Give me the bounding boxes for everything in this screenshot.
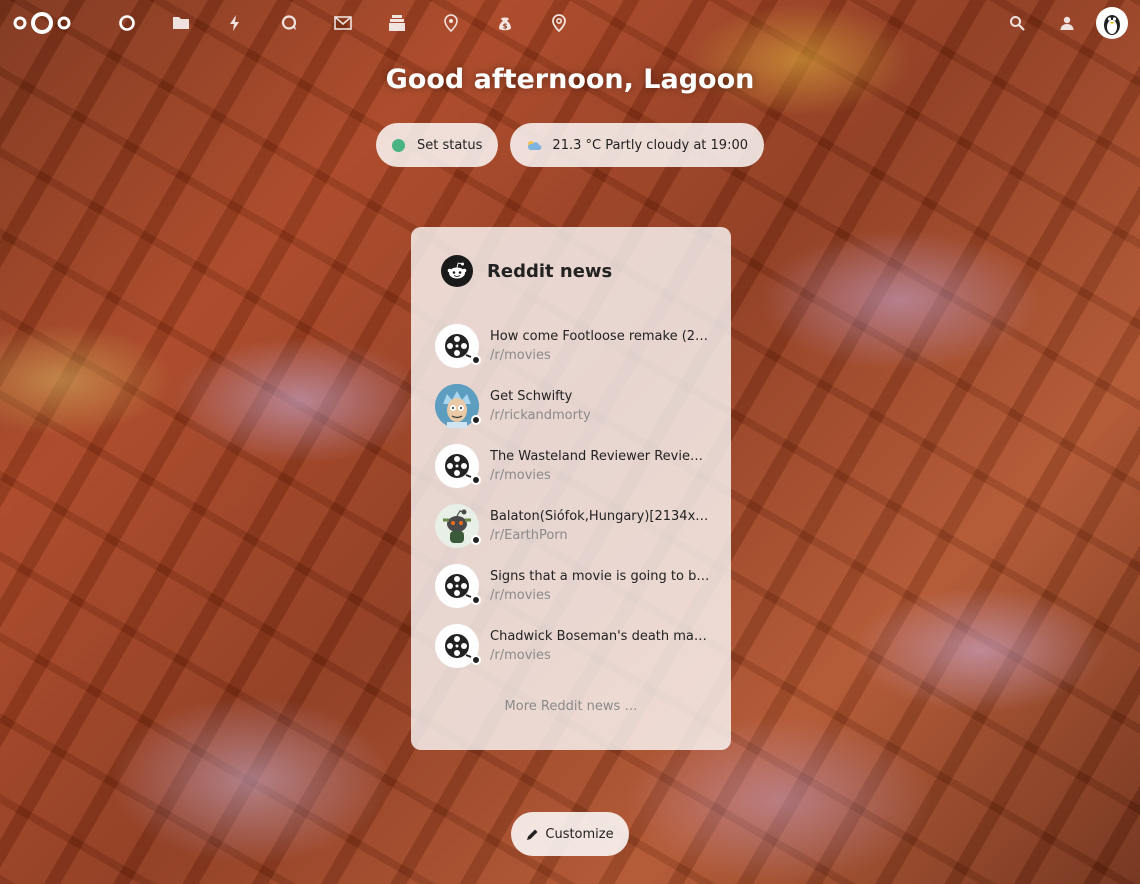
- widget-header: Reddit news: [427, 248, 715, 294]
- item-subreddit: /r/movies: [490, 588, 551, 603]
- subreddit-badge: [471, 655, 481, 665]
- film-reel-icon: [435, 564, 481, 608]
- list-item[interactable]: The Wasteland Reviewer Revie… /r/movies: [427, 436, 715, 496]
- weather-button[interactable]: 21.3 °C Partly cloudy at 19:00: [510, 123, 764, 167]
- list-item[interactable]: Chadwick Boseman's death mak… /r/movies: [427, 616, 715, 676]
- top-bar: $: [0, 0, 1140, 46]
- weather-label: 21.3 °C Partly cloudy at 19:00: [552, 137, 748, 153]
- contacts-icon[interactable]: [1042, 0, 1092, 46]
- set-status-label: Set status: [416, 137, 483, 153]
- item-subreddit: /r/movies: [490, 348, 551, 363]
- item-title: Get Schwifty: [490, 389, 573, 404]
- customize-button[interactable]: Customize: [511, 812, 629, 856]
- status-bar: Set status 21.3 °C Partly cloudy at 19:0…: [0, 123, 1140, 167]
- location-icon[interactable]: [532, 0, 586, 46]
- film-reel-icon: [435, 444, 481, 488]
- header-right: [992, 0, 1128, 46]
- item-subreddit: /r/movies: [490, 468, 551, 483]
- subreddit-badge: [471, 595, 481, 605]
- subreddit-badge: [471, 475, 481, 485]
- reddit-icon: [441, 255, 473, 287]
- dashboard-icon[interactable]: [100, 0, 154, 46]
- customize-label: Customize: [545, 826, 614, 842]
- item-title: Chadwick Boseman's death mak…: [490, 629, 710, 644]
- item-title: Balaton(Siófok,Hungary)[2134x…: [490, 509, 709, 524]
- list-item[interactable]: Balaton(Siófok,Hungary)[2134x… /r/EarthP…: [427, 496, 715, 556]
- nextcloud-logo[interactable]: [12, 11, 72, 35]
- activity-icon[interactable]: [208, 0, 262, 46]
- list-item[interactable]: Get Schwifty /r/rickandmorty: [427, 376, 715, 436]
- greeting-title: Good afternoon, Lagoon: [385, 64, 755, 95]
- pencil-icon: [527, 829, 538, 840]
- svg-text:$: $: [503, 23, 508, 31]
- mail-icon[interactable]: [316, 0, 370, 46]
- more-reddit-news-link[interactable]: More Reddit news …: [411, 699, 731, 714]
- item-subreddit: /r/EarthPorn: [490, 528, 568, 543]
- reddit-snoo-avatar: [435, 504, 481, 548]
- list-item[interactable]: Signs that a movie is going to b… /r/mov…: [427, 556, 715, 616]
- partly-cloudy-icon: [526, 139, 542, 151]
- files-icon[interactable]: [154, 0, 208, 46]
- cospend-icon[interactable]: $: [478, 0, 532, 46]
- reddit-news-widget: Reddit news How come Footloose remake (2…: [411, 227, 731, 750]
- subreddit-badge: [471, 535, 481, 545]
- item-title: The Wasteland Reviewer Revie…: [490, 449, 703, 464]
- film-reel-icon: [435, 324, 481, 368]
- talk-icon[interactable]: [262, 0, 316, 46]
- search-icon[interactable]: [992, 0, 1042, 46]
- set-status-button[interactable]: Set status: [375, 123, 499, 167]
- maps-pin-icon[interactable]: [424, 0, 478, 46]
- deck-icon[interactable]: [370, 0, 424, 46]
- rick-avatar: [435, 384, 481, 428]
- item-subreddit: /r/movies: [490, 648, 551, 663]
- film-reel-icon: [435, 624, 481, 668]
- item-subreddit: /r/rickandmorty: [490, 408, 591, 423]
- item-title: How come Footloose remake (2…: [490, 329, 709, 344]
- subreddit-badge: [471, 355, 481, 365]
- widget-title: Reddit news: [487, 260, 613, 282]
- avatar[interactable]: [1096, 7, 1128, 39]
- item-title: Signs that a movie is going to b…: [490, 569, 710, 584]
- online-status-icon: [391, 138, 405, 152]
- app-menu: $: [100, 0, 586, 46]
- subreddit-badge: [471, 415, 481, 425]
- list-item[interactable]: How come Footloose remake (2… /r/movies: [427, 316, 715, 376]
- news-list: How come Footloose remake (2… /r/movies: [427, 316, 715, 676]
